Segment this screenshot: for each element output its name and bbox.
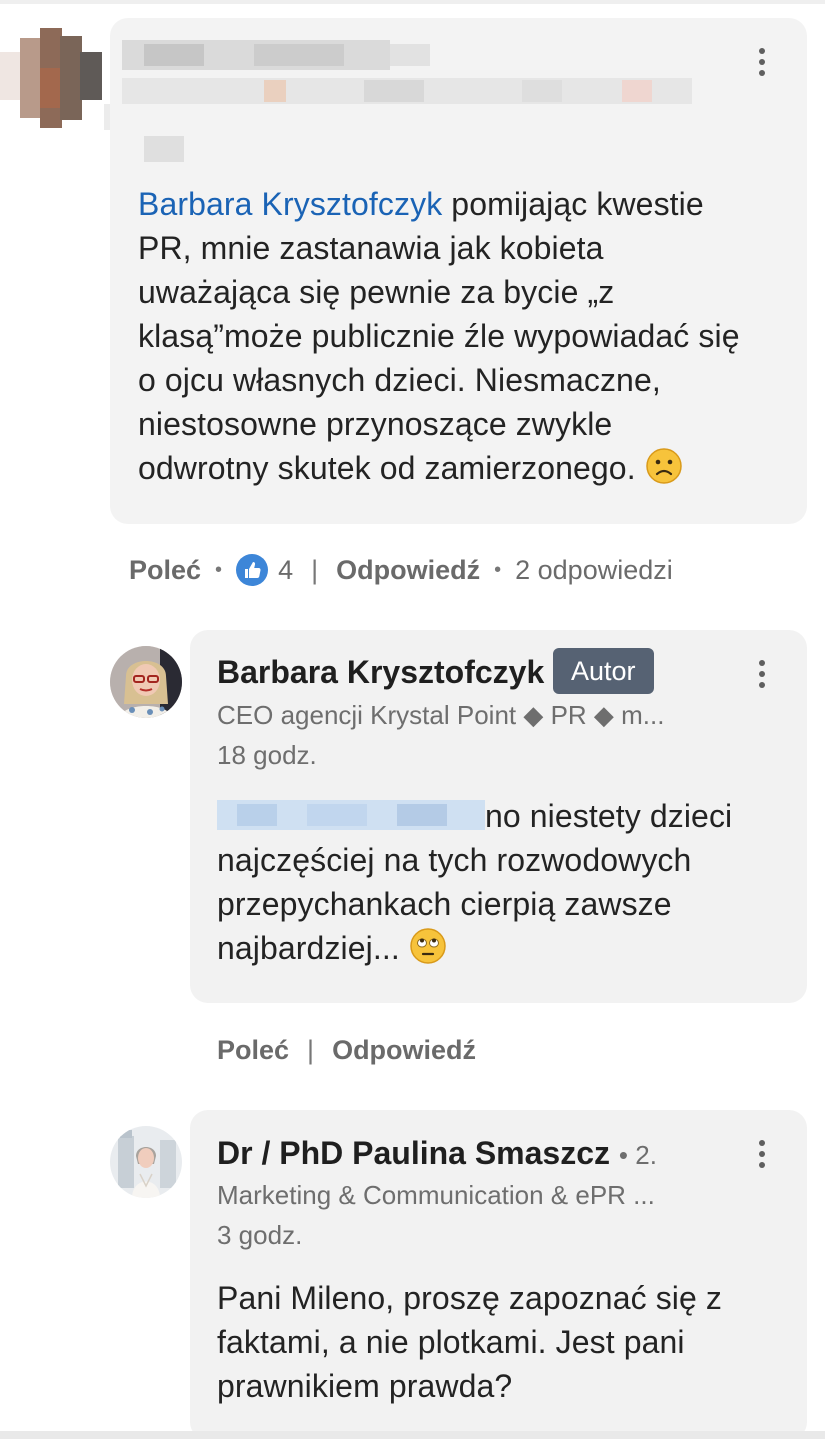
timestamp: 3 godz. xyxy=(217,1220,303,1250)
author-headline: Marketing & Communication & ePR ... xyxy=(217,1180,655,1210)
dot-icon xyxy=(759,671,765,677)
more-options-button[interactable] xyxy=(747,42,777,82)
reply-text: no niestety dzieci najczęściej na tych r… xyxy=(217,794,787,976)
recommend-button[interactable]: Poleć xyxy=(129,555,201,586)
reply-button[interactable]: Odpowiedź xyxy=(332,1035,476,1066)
avatar[interactable] xyxy=(110,646,182,718)
author-name[interactable]: Dr / PhD Paulina Smaszcz • 2. xyxy=(217,1135,657,1172)
reply-text: Pani Mileno, proszę zapoznać się z fakta… xyxy=(217,1280,722,1404)
dot-icon xyxy=(759,70,765,76)
replies-count-link[interactable]: 2 odpowiedzi xyxy=(515,555,673,586)
avatar[interactable] xyxy=(110,1126,182,1198)
mention-link[interactable]: Barbara Krysztofczyk xyxy=(138,186,442,222)
likes-count[interactable]: 4 xyxy=(278,555,293,586)
recommend-button[interactable]: Poleć xyxy=(217,1035,289,1066)
author-badge: Autor xyxy=(553,648,654,694)
frowning-face-emoji xyxy=(645,447,683,496)
bottom-divider xyxy=(0,1431,825,1439)
more-options-button[interactable] xyxy=(747,1134,777,1174)
like-reaction-icon[interactable] xyxy=(236,554,269,586)
eye-roll-emoji xyxy=(409,927,447,976)
comment-actions: Poleć • 4 | Odpowiedź • 2 odpowiedzi xyxy=(129,554,673,586)
dot-icon xyxy=(759,1140,765,1146)
dot-icon xyxy=(759,1151,765,1157)
reply-actions: Poleć | Odpowiedź xyxy=(217,1034,477,1066)
dot-icon xyxy=(759,682,765,688)
blurred-avatar[interactable] xyxy=(0,28,102,128)
dot-icon xyxy=(759,660,765,666)
dot-icon xyxy=(759,48,765,54)
blurred-author-name xyxy=(122,40,702,164)
timestamp: 18 godz. xyxy=(217,740,317,770)
dot-icon xyxy=(759,1162,765,1168)
top-divider xyxy=(0,0,825,4)
dot-icon xyxy=(759,59,765,65)
reply-button[interactable]: Odpowiedź xyxy=(336,555,480,586)
connection-degree: • 2. xyxy=(618,1140,657,1170)
author-headline: CEO agencji Krystal Point ◆ PR ◆ m... xyxy=(217,700,665,730)
more-options-button[interactable] xyxy=(747,654,777,694)
author-name[interactable]: Barbara Krysztofczyk xyxy=(217,654,544,691)
comment-text: Barbara Krysztofczyk pomijając kwestie P… xyxy=(138,182,788,496)
